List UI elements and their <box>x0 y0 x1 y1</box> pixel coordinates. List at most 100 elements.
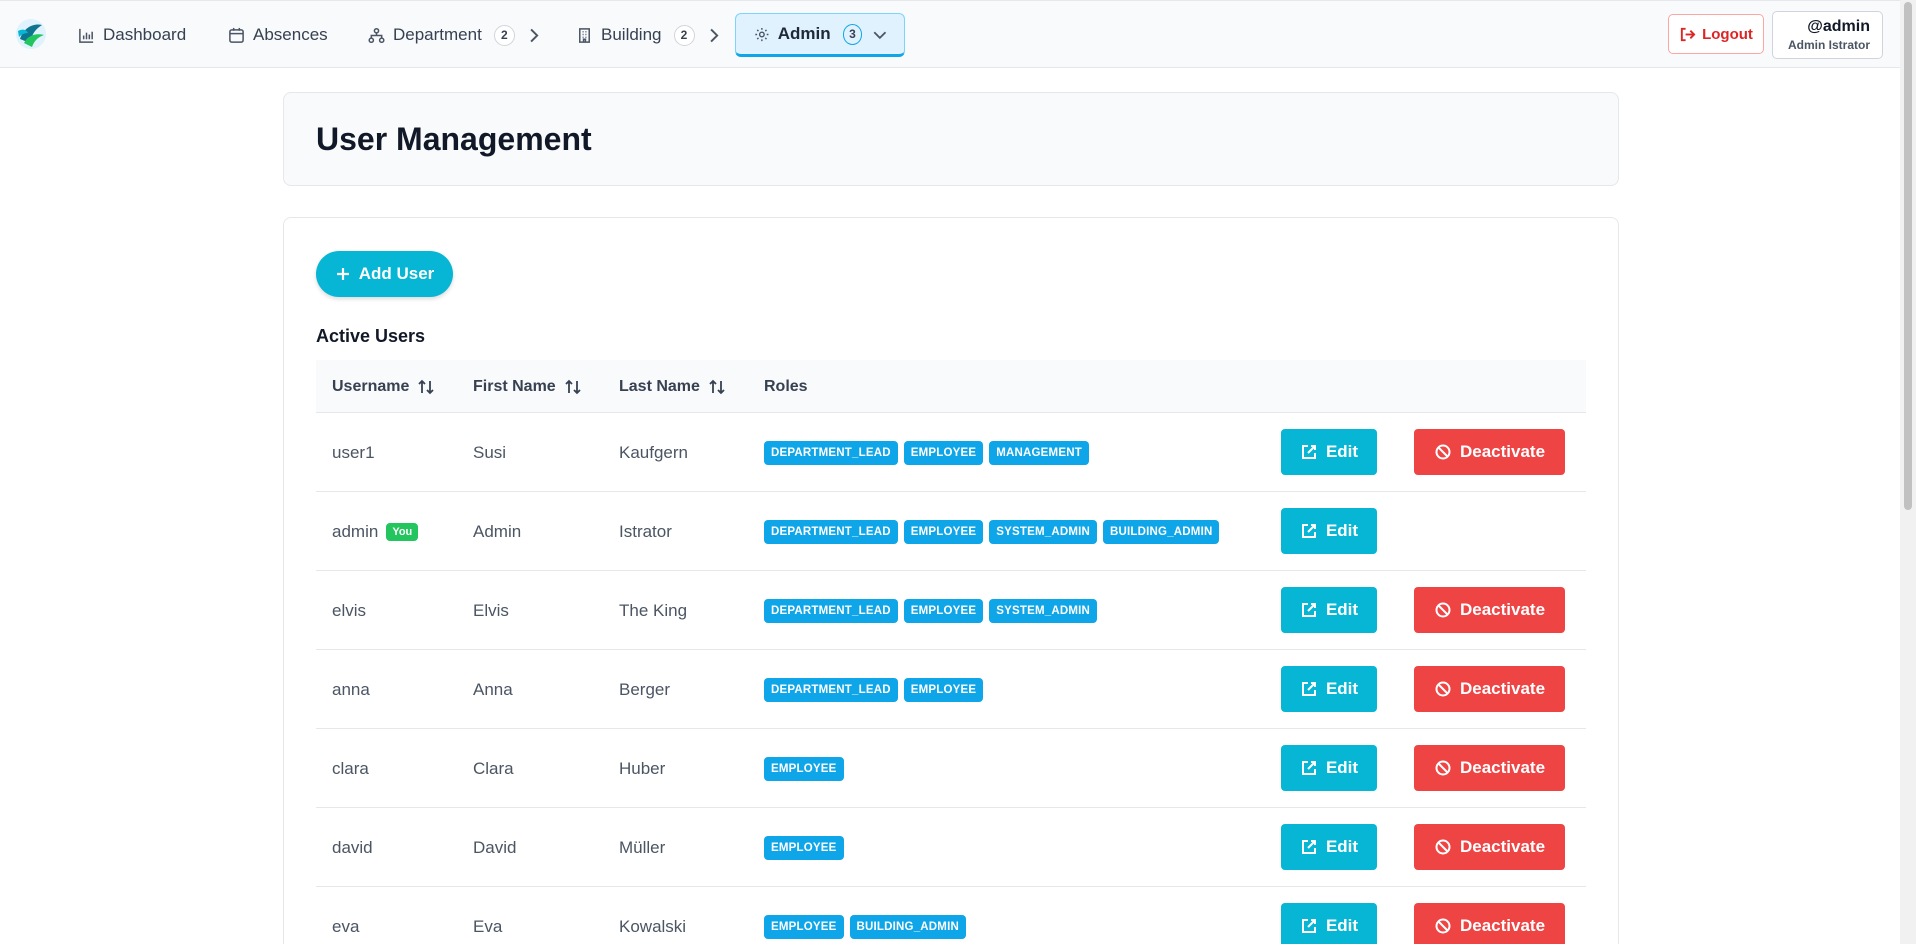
external-link-icon <box>1301 603 1316 617</box>
header-username[interactable]: Username <box>332 360 435 413</box>
external-link-icon <box>1301 682 1316 696</box>
deactivate-label: Deactivate <box>1459 758 1546 777</box>
deactivate-button[interactable]: Deactivate <box>1414 666 1565 712</box>
edit-button[interactable]: Edit <box>1281 429 1377 475</box>
ban-icon <box>1435 760 1451 776</box>
header-first-name[interactable]: First Name <box>473 360 582 413</box>
plus-icon <box>336 268 349 280</box>
nav-absences[interactable]: Absences <box>222 13 334 57</box>
deactivate-label: Deactivate <box>1459 916 1546 935</box>
table-body: user1 Susi Kaufgern DEPARTMENT_LEAD EMPLOYEE… <box>316 413 1586 944</box>
calendar-icon <box>229 27 244 43</box>
first-name-cell: Elvis <box>473 571 509 650</box>
logout-button[interactable]: Logout <box>1668 14 1764 54</box>
first-name-cell-text: Elvis <box>473 600 509 620</box>
edit-button[interactable]: Edit <box>1281 824 1377 870</box>
edit-label: Edit <box>1325 916 1359 935</box>
username-cell: admin You <box>332 492 419 571</box>
external-link-icon <box>1301 445 1316 459</box>
nav-label: Dashboard <box>103 25 187 44</box>
role-badge: EMPLOYEE <box>903 677 984 702</box>
roles-cell: EMPLOYEE BUILDING_ADMIN <box>764 887 966 944</box>
deactivate-button[interactable]: Deactivate <box>1414 429 1565 475</box>
table-header: Username First Name Last Name Roles <box>316 360 1586 413</box>
chevron-right-icon <box>530 28 539 42</box>
external-link-icon <box>1301 761 1316 775</box>
role-badge: SYSTEM_ADMIN <box>989 519 1098 544</box>
first-name-cell: Clara <box>473 729 514 808</box>
nav-dashboard[interactable]: Dashboard <box>72 13 192 57</box>
username-cell: clara <box>332 729 369 808</box>
username-cell-text: david <box>332 837 373 857</box>
roles-cell: DEPARTMENT_LEAD EMPLOYEE <box>764 650 984 729</box>
roles-cell: EMPLOYEE <box>764 729 844 808</box>
username-cell-text: clara <box>332 758 369 778</box>
table-row: user1 Susi Kaufgern DEPARTMENT_LEAD EMPLOYEE… <box>316 413 1586 492</box>
deactivate-button[interactable]: Deactivate <box>1414 745 1565 791</box>
table-row: david David Müller EMPLOYEE Edit Deactivate <box>316 808 1586 887</box>
edit-button[interactable]: Edit <box>1281 587 1377 633</box>
username-cell: eva <box>332 887 359 944</box>
chevron-down-icon <box>873 31 887 39</box>
ban-icon <box>1435 839 1451 855</box>
app-logo-icon[interactable] <box>14 17 48 51</box>
edit-label: Edit <box>1325 837 1359 856</box>
deactivate-button[interactable]: Deactivate <box>1414 903 1565 944</box>
role-badge: EMPLOYEE <box>764 914 844 939</box>
role-badge: SYSTEM_ADMIN <box>989 598 1098 623</box>
top-navigation: Dashboard Absences Department 2 Building… <box>0 0 1900 68</box>
page-header-card: User Management <box>283 92 1619 186</box>
nav-admin[interactable]: Admin 3 <box>735 13 905 57</box>
header-last-name[interactable]: Last Name <box>619 360 726 413</box>
edit-label: Edit <box>1325 758 1359 777</box>
edit-button[interactable]: Edit <box>1281 508 1377 554</box>
last-name-cell: Huber <box>619 729 665 808</box>
role-badge: EMPLOYEE <box>903 440 984 465</box>
role-badge: BUILDING_ADMIN <box>1103 519 1220 544</box>
first-name-cell: Anna <box>473 650 513 729</box>
table-row: anna Anna Berger DEPARTMENT_LEAD EMPLOYEE Edi… <box>316 650 1586 729</box>
add-user-button[interactable]: Add User <box>316 251 453 297</box>
first-name-cell: David <box>473 808 516 887</box>
nav-building[interactable]: Building 2 <box>570 13 728 57</box>
sort-icon <box>418 379 435 394</box>
role-badge: EMPLOYEE <box>764 756 844 781</box>
external-link-icon <box>1301 919 1316 933</box>
user-menu[interactable]: @admin Admin Istrator <box>1772 11 1883 59</box>
edit-button[interactable]: Edit <box>1281 903 1377 944</box>
first-name-cell: Eva <box>473 887 502 944</box>
page-scrollbar[interactable] <box>1900 0 1916 944</box>
last-name-cell-text: Istrator <box>619 521 672 541</box>
edit-button[interactable]: Edit <box>1281 666 1377 712</box>
last-name-cell-text: The King <box>619 600 688 620</box>
you-badge: You <box>386 522 419 541</box>
nav-label: Department <box>393 25 482 44</box>
deactivate-button[interactable]: Deactivate <box>1414 587 1565 633</box>
role-badge: DEPARTMENT_LEAD <box>764 677 898 702</box>
username-cell-text: admin <box>332 521 379 541</box>
role-badge: DEPARTMENT_LEAD <box>764 440 898 465</box>
username-cell-text: elvis <box>332 600 367 620</box>
external-link-icon <box>1301 840 1316 854</box>
deactivate-label: Deactivate <box>1459 837 1546 856</box>
deactivate-label: Deactivate <box>1459 442 1546 461</box>
users-table: Username First Name Last Name Roles user… <box>316 360 1586 944</box>
roles-cell: EMPLOYEE <box>764 808 844 887</box>
username-cell: david <box>332 808 373 887</box>
scrollbar-thumb[interactable] <box>1904 2 1912 510</box>
user-handle: @admin <box>1807 18 1870 35</box>
users-card: Add User Active Users Username First Nam… <box>283 217 1619 944</box>
table-row: admin You Admin Istrator DEPARTMENT_LEAD EMPL… <box>316 492 1586 571</box>
username-cell-text: user1 <box>332 442 375 462</box>
deactivate-button[interactable]: Deactivate <box>1414 824 1565 870</box>
username-cell-text: eva <box>332 916 360 936</box>
gear-icon <box>755 27 769 41</box>
first-name-cell: Admin <box>473 492 521 571</box>
role-badge: DEPARTMENT_LEAD <box>764 519 898 544</box>
edit-label: Edit <box>1325 442 1359 461</box>
org-chart-icon <box>368 27 385 43</box>
first-name-cell-text: Susi <box>473 442 507 462</box>
role-badge: EMPLOYEE <box>903 598 984 623</box>
nav-department[interactable]: Department 2 <box>362 13 548 57</box>
edit-button[interactable]: Edit <box>1281 745 1377 791</box>
